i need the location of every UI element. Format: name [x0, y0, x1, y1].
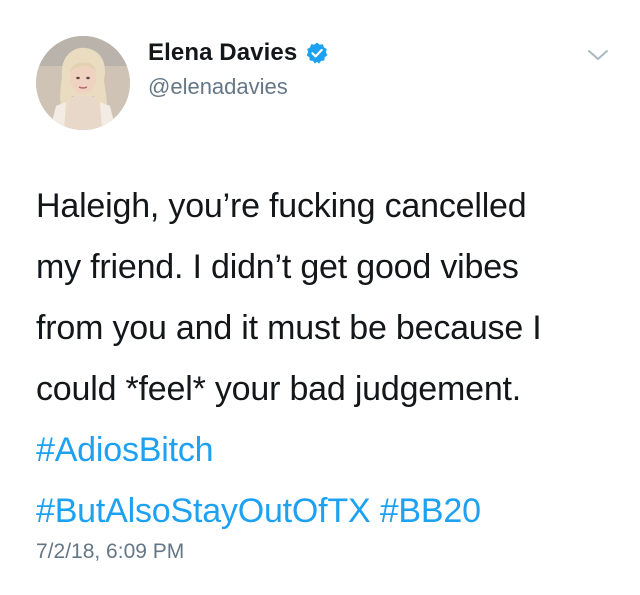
tweet-timestamp[interactable]: 7/2/18, 6:09 PM	[36, 540, 184, 564]
tweet-text-line: Haleigh, you’re fucking cancelled	[36, 187, 527, 225]
author-display-name[interactable]: Elena Davies	[148, 39, 297, 67]
hashtag-bb20[interactable]: #BB20	[380, 492, 481, 530]
verified-badge-icon	[306, 42, 328, 64]
author-name-row: Elena Davies	[148, 38, 329, 68]
tweet-text-line: could *feel* your bad judgement.	[36, 370, 522, 408]
tweet-text-line: my friend. I didn’t get good vibes	[36, 248, 519, 286]
profile-photo	[36, 36, 130, 130]
tweet-card: Elena Davies @elenadavies Haleigh, you’r…	[0, 0, 640, 595]
chevron-down-icon[interactable]	[586, 46, 610, 64]
tweet-text: Haleigh, you’re fucking cancelled my fri…	[36, 176, 626, 542]
tweet-text-line: from you and it must be because I	[36, 309, 542, 347]
avatar[interactable]	[36, 36, 130, 130]
hashtag-line: #ButAlsoStayOutOfTX #BB20	[36, 481, 626, 542]
hashtag-line: #AdiosBitch	[36, 420, 626, 481]
author-handle[interactable]: @elenadavies	[148, 74, 288, 100]
hashtag-adiosbitch[interactable]: #AdiosBitch	[36, 431, 214, 469]
hashtag-butalsostayoutoftx[interactable]: #ButAlsoStayOutOfTX	[36, 492, 371, 530]
